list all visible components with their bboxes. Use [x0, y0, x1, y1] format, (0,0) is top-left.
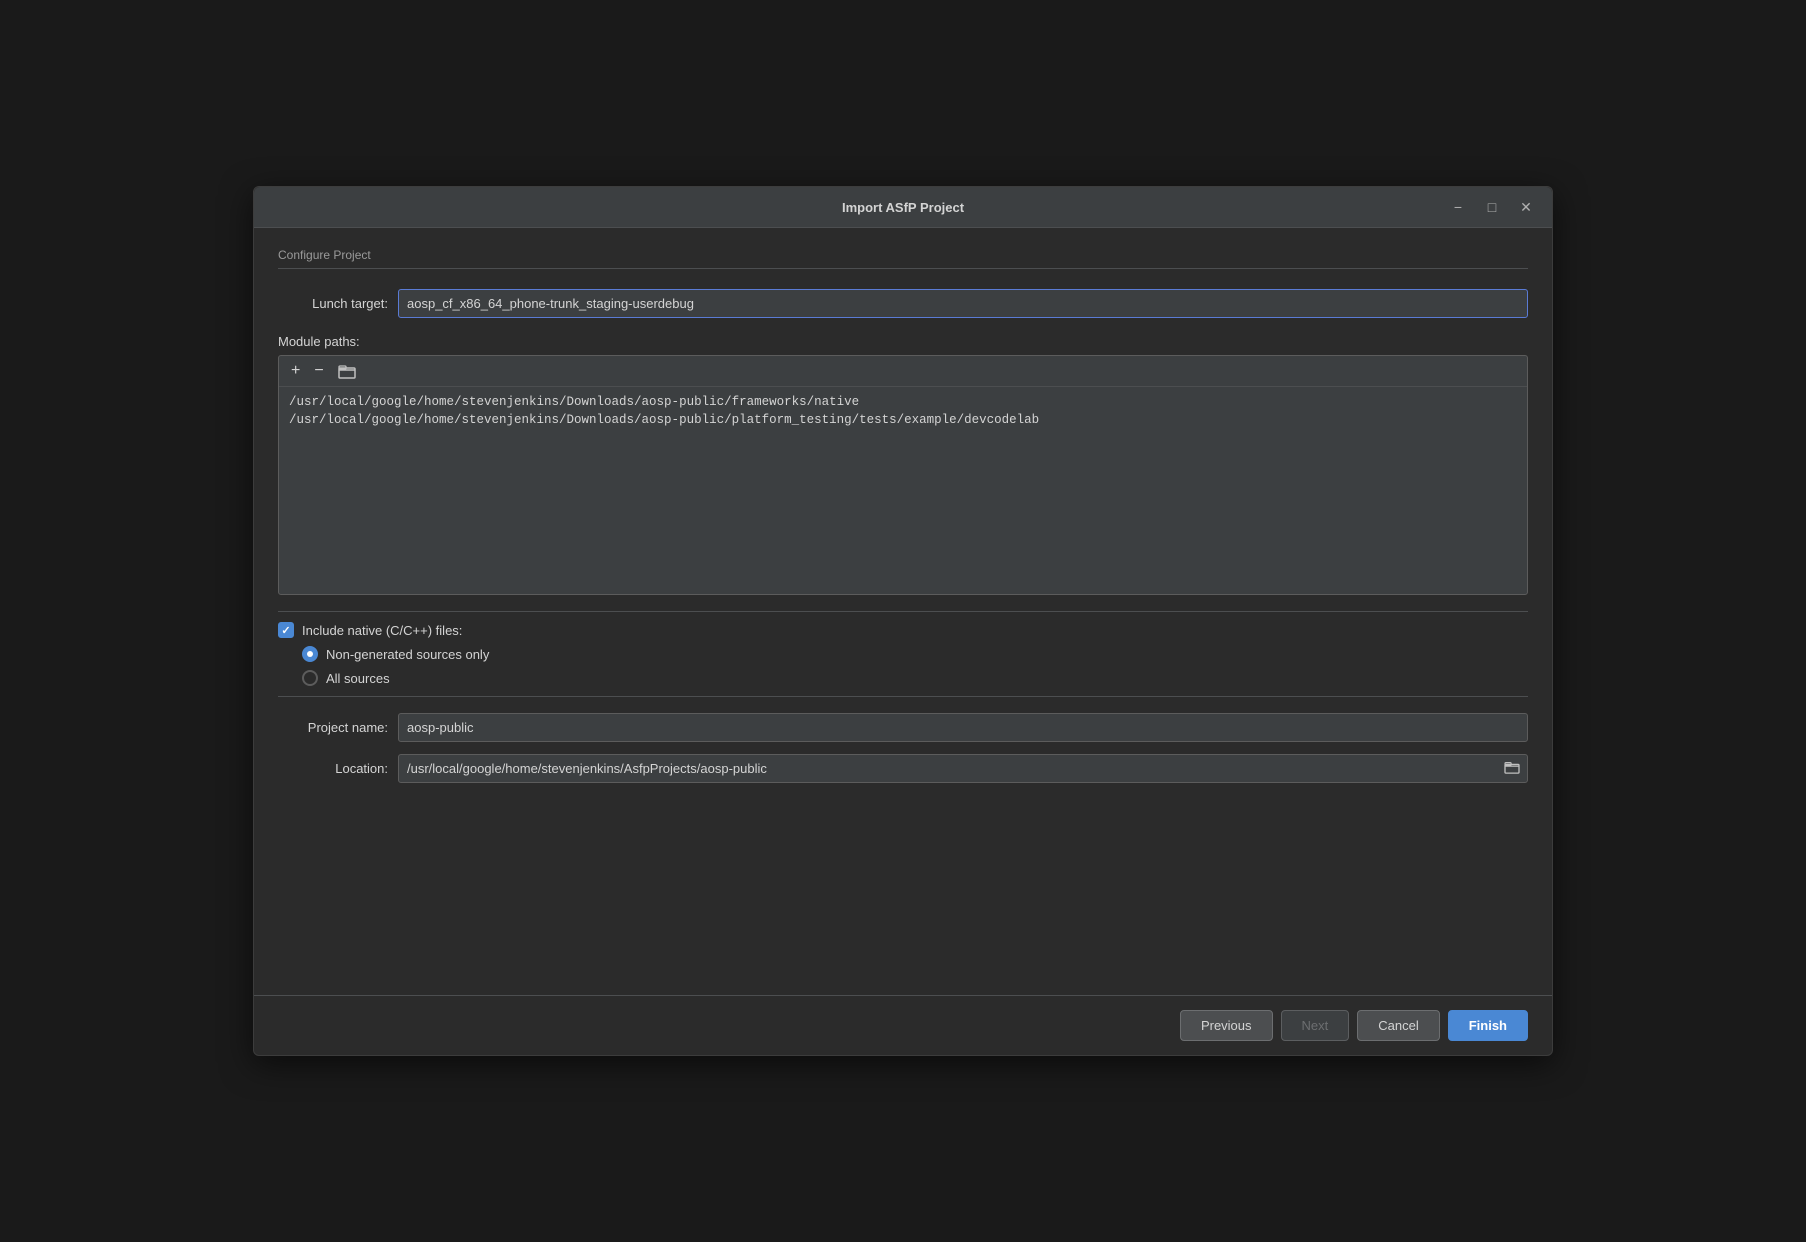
module-paths-list: /usr/local/google/home/stevenjenkins/Dow… — [279, 387, 1527, 435]
radio-non-generated-label: Non-generated sources only — [326, 647, 489, 662]
include-native-checkbox[interactable] — [278, 622, 294, 638]
location-label: Location: — [278, 761, 388, 776]
add-module-path-button[interactable]: + — [285, 360, 306, 382]
minimize-button[interactable]: − — [1446, 197, 1470, 217]
next-button: Next — [1281, 1010, 1350, 1041]
titlebar-controls: − □ ✕ — [1446, 197, 1538, 217]
native-files-section: Include native (C/C++) files: Non-genera… — [278, 611, 1528, 697]
location-browse-button[interactable] — [1502, 758, 1522, 779]
list-item: /usr/local/google/home/stevenjenkins/Dow… — [289, 413, 1517, 427]
previous-button[interactable]: Previous — [1180, 1010, 1273, 1041]
module-paths-box: + − /usr/local/google/home/stevenjenkins… — [278, 355, 1528, 595]
project-name-section: Project name: Location: — [278, 713, 1528, 783]
remove-module-path-button[interactable]: − — [308, 360, 329, 382]
radio-non-generated[interactable] — [302, 646, 318, 662]
title-bar: Import ASfP Project − □ ✕ — [254, 187, 1552, 228]
module-paths-label: Module paths: — [278, 334, 1528, 349]
module-paths-section: Module paths: + − /usr/local/google/home… — [278, 334, 1528, 595]
close-button[interactable]: ✕ — [1514, 197, 1538, 217]
import-asfp-dialog: Import ASfP Project − □ ✕ Configure Proj… — [253, 186, 1553, 1056]
include-native-label: Include native (C/C++) files: — [302, 623, 462, 638]
finish-button[interactable]: Finish — [1448, 1010, 1528, 1041]
lunch-target-row: Lunch target: — [278, 289, 1528, 318]
lunch-target-label: Lunch target: — [278, 296, 388, 311]
dialog-footer: Previous Next Cancel Finish — [254, 995, 1552, 1055]
module-paths-toolbar: + − — [279, 356, 1527, 387]
dialog-content: Configure Project Lunch target: Module p… — [254, 228, 1552, 995]
dialog-title: Import ASfP Project — [842, 200, 964, 215]
radio-all-sources-row[interactable]: All sources — [302, 670, 1528, 686]
location-input[interactable] — [398, 754, 1528, 783]
project-name-row: Project name: — [278, 713, 1528, 742]
project-name-label: Project name: — [278, 720, 388, 735]
location-input-wrapper — [398, 754, 1528, 783]
radio-options: Non-generated sources only All sources — [302, 646, 1528, 686]
radio-all-sources[interactable] — [302, 670, 318, 686]
location-row: Location: — [278, 754, 1528, 783]
radio-non-generated-row[interactable]: Non-generated sources only — [302, 646, 1528, 662]
include-native-row: Include native (C/C++) files: — [278, 622, 1528, 638]
browse-module-path-button[interactable] — [332, 361, 362, 381]
section-header: Configure Project — [278, 248, 1528, 269]
maximize-button[interactable]: □ — [1480, 197, 1504, 217]
lunch-target-input[interactable] — [398, 289, 1528, 318]
radio-all-sources-label: All sources — [326, 671, 390, 686]
cancel-button[interactable]: Cancel — [1357, 1010, 1439, 1041]
project-name-input[interactable] — [398, 713, 1528, 742]
list-item: /usr/local/google/home/stevenjenkins/Dow… — [289, 395, 1517, 409]
